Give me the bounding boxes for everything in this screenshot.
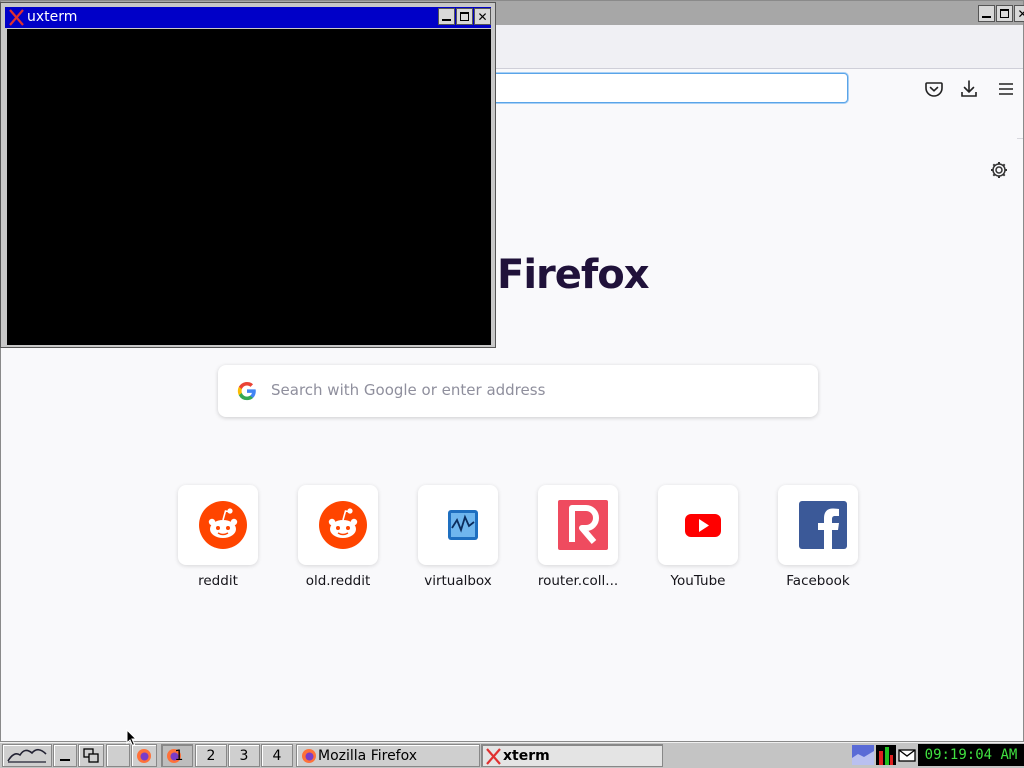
task-xterm-button[interactable]: xterm <box>481 744 663 767</box>
terminal-area[interactable] <box>7 29 491 345</box>
firefox-close-button[interactable]: ✕ <box>1014 5 1024 22</box>
reddit-icon <box>199 501 247 549</box>
firefox-wordmark: Firefox <box>497 252 650 298</box>
youtube-icon <box>685 514 721 537</box>
icewm-logo-icon <box>7 748 47 763</box>
task-label: Mozilla Firefox <box>318 748 418 764</box>
launch-firefox-button[interactable] <box>131 744 157 767</box>
top-site-reddit[interactable]: reddit <box>138 485 258 595</box>
top-site-tile[interactable] <box>658 485 738 565</box>
task-label: xterm <box>503 748 550 764</box>
uxterm-window: uxterm ✕ <box>0 2 496 348</box>
minimize-icon <box>982 16 991 18</box>
top-site-label: reddit <box>198 573 238 589</box>
task-firefox-button[interactable]: Mozilla Firefox <box>296 744 480 767</box>
mouse-cursor-icon <box>126 729 138 747</box>
top-site-facebook[interactable]: Facebook <box>738 485 858 595</box>
clock[interactable]: 09:19:04 AM <box>918 744 1024 766</box>
search-input[interactable]: Search with Google or enter address <box>218 365 818 417</box>
firefox-maximize-button[interactable] <box>996 5 1013 22</box>
router-r-icon <box>558 500 608 550</box>
uxterm-minimize-button[interactable] <box>438 8 455 25</box>
firefox-minimize-button[interactable] <box>978 5 995 22</box>
workspace-label: 3 <box>239 748 249 764</box>
top-site-label: virtualbox <box>424 573 492 589</box>
top-site-label: old.reddit <box>305 573 371 589</box>
close-icon: ✕ <box>1017 6 1024 21</box>
google-icon <box>237 381 256 401</box>
downloads-icon[interactable] <box>958 78 980 100</box>
start-menu-button[interactable] <box>2 744 52 767</box>
top-site-old-reddit[interactable]: old.reddit <box>258 485 378 595</box>
uxterm-title: uxterm <box>27 9 78 25</box>
workspace-3-button[interactable]: 3 <box>228 744 260 767</box>
window-list-button[interactable] <box>78 744 104 767</box>
gear-icon[interactable] <box>988 159 1010 181</box>
uxterm-maximize-button[interactable] <box>456 8 473 25</box>
uxterm-titlebar[interactable]: uxterm ✕ <box>5 7 491 28</box>
workspace-label: 1 <box>174 748 184 764</box>
cpu-monitor-icon[interactable] <box>876 745 896 765</box>
pocket-icon[interactable] <box>923 78 945 100</box>
top-site-virtualbox[interactable]: virtualbox <box>378 485 498 595</box>
virtualbox-icon <box>448 510 478 540</box>
reddit-icon <box>319 501 367 549</box>
mail-icon[interactable] <box>898 745 916 765</box>
workspace-2-button[interactable]: 2 <box>195 744 227 767</box>
maximize-icon <box>1000 9 1009 18</box>
top-site-tile[interactable] <box>778 485 858 565</box>
workspace-label: 4 <box>272 748 282 764</box>
top-site-youtube[interactable]: YouTube <box>618 485 738 595</box>
top-site-label: YouTube <box>670 573 726 589</box>
search-placeholder: Search with Google or enter address <box>271 381 546 399</box>
x-icon <box>486 748 501 765</box>
minimize-icon <box>442 19 451 21</box>
top-site-router[interactable]: router.coll... <box>498 485 618 595</box>
top-site-label: Facebook <box>786 573 850 589</box>
taskbar-spacer-button[interactable] <box>106 744 130 767</box>
top-site-tile[interactable] <box>178 485 258 565</box>
workspace-1-button[interactable]: 1 <box>161 744 193 767</box>
show-desktop-button[interactable] <box>53 744 77 767</box>
workspace-label: 2 <box>206 748 216 764</box>
x-icon <box>9 9 24 26</box>
top-site-tile[interactable] <box>418 485 498 565</box>
maximize-icon <box>460 12 469 21</box>
facebook-icon <box>799 501 847 549</box>
uxterm-close-button[interactable]: ✕ <box>474 8 491 25</box>
menu-hamburger-icon[interactable] <box>995 78 1017 100</box>
top-site-tile[interactable] <box>298 485 378 565</box>
close-icon: ✕ <box>477 9 488 24</box>
top-site-label: router.coll... <box>537 573 619 589</box>
network-monitor-icon[interactable] <box>852 745 874 765</box>
windows-icon <box>83 748 99 763</box>
firefox-icon <box>302 749 316 763</box>
workspace-4-button[interactable]: 4 <box>261 744 293 767</box>
minimize-all-icon <box>60 759 70 761</box>
firefox-icon <box>137 749 151 763</box>
top-site-tile[interactable] <box>538 485 618 565</box>
